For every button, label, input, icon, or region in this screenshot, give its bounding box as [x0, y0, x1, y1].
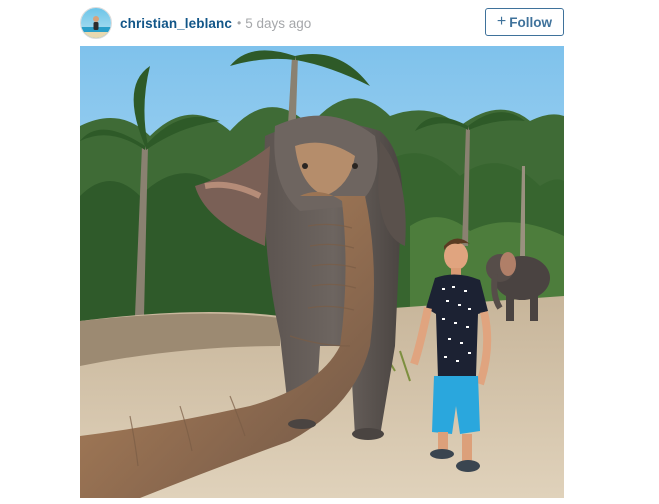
elephant-selfie-photo — [80, 46, 564, 498]
avatar-image — [81, 8, 111, 38]
username-link[interactable]: christian_leblanc — [120, 16, 232, 31]
post-timestamp[interactable]: 5 days ago — [245, 16, 311, 31]
instagram-post: christian_leblanc • 5 days ago + Follow — [0, 0, 659, 504]
post-header: christian_leblanc • 5 days ago + Follow — [80, 4, 564, 42]
plus-icon: + — [496, 13, 507, 30]
post-photo[interactable] — [80, 46, 564, 498]
follow-label: Follow — [509, 14, 552, 30]
follow-button[interactable]: + Follow — [484, 8, 564, 36]
user-avatar[interactable] — [80, 7, 112, 39]
separator-dot: • — [237, 16, 242, 30]
